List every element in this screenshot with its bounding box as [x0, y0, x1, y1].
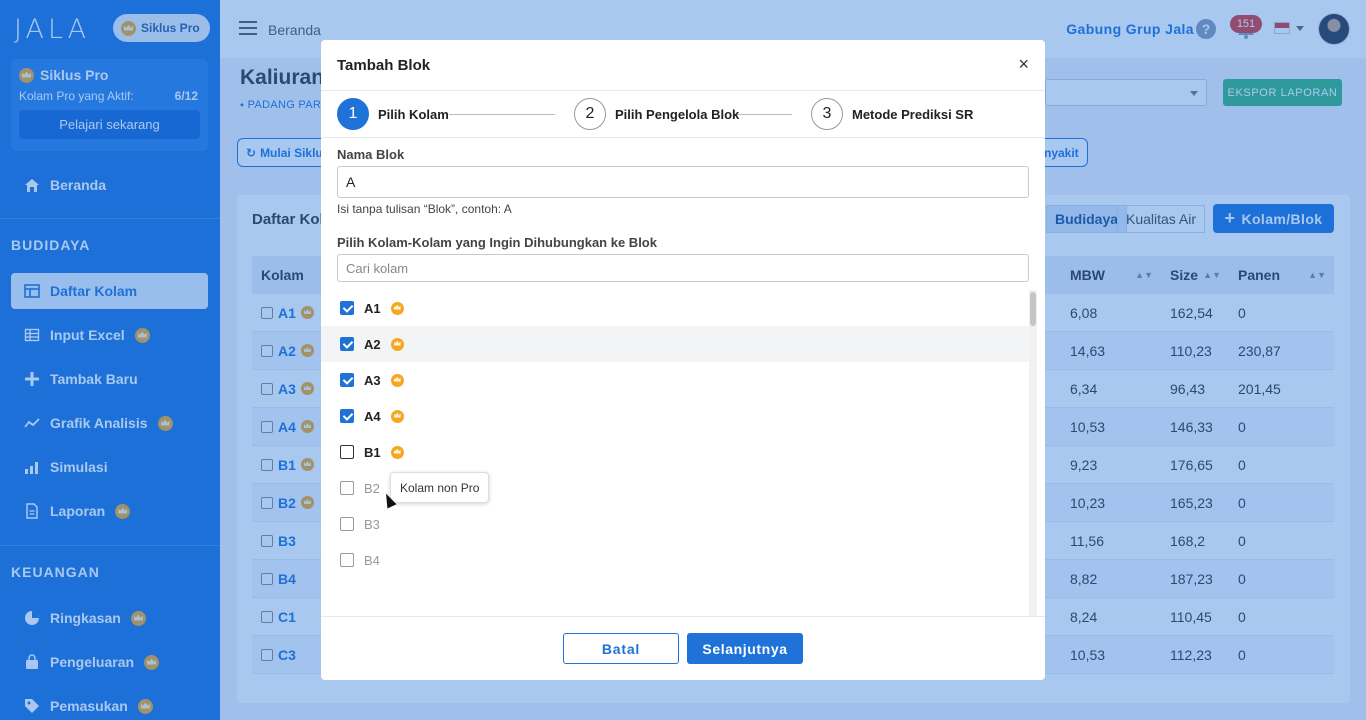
- step-number: 2: [574, 98, 606, 130]
- pond-checkbox-list: A1 A2 A3 A4 B1 B2 B3 B4: [321, 290, 1029, 616]
- pond-checkbox[interactable]: [340, 373, 354, 387]
- scrollbar[interactable]: [1029, 290, 1037, 616]
- step-label: Pilih Kolam: [378, 106, 449, 122]
- crown-icon: [390, 409, 404, 423]
- step-connector: [449, 114, 555, 115]
- block-name-helper: Isi tanpa tulisan “Blok”, contoh: A: [337, 202, 512, 216]
- pond-checkbox[interactable]: [340, 301, 354, 315]
- tooltip: Kolam non Pro: [390, 472, 490, 503]
- modal-divider: [321, 137, 1045, 138]
- pond-checkbox[interactable]: [340, 553, 354, 567]
- block-name-input[interactable]: [337, 166, 1029, 198]
- modal-divider: [321, 616, 1045, 617]
- pond-checkbox[interactable]: [340, 517, 354, 531]
- modal-divider: [321, 90, 1045, 91]
- pond-option[interactable]: B4: [321, 542, 1029, 578]
- pond-option[interactable]: A4: [321, 398, 1029, 434]
- step-1: 1 Pilih Kolam: [337, 98, 449, 130]
- pond-option[interactable]: A2: [321, 326, 1029, 362]
- step-label: Pilih Pengelola Blok: [615, 106, 740, 122]
- step-number: 3: [811, 98, 843, 130]
- pond-option-label: A1: [364, 300, 381, 316]
- step-number: 1: [337, 98, 369, 130]
- step-2: 2 Pilih Pengelola Blok: [574, 98, 739, 130]
- pond-option-label: B4: [364, 552, 380, 568]
- close-icon[interactable]: ×: [1018, 55, 1029, 73]
- search-pond-input[interactable]: [337, 254, 1029, 282]
- pond-checkbox[interactable]: [340, 409, 354, 423]
- pond-checkbox[interactable]: [340, 481, 354, 495]
- add-block-modal: Tambah Blok × 1 Pilih Kolam 2 Pilih Peng…: [321, 40, 1045, 680]
- cancel-button[interactable]: Batal: [563, 633, 679, 664]
- scrollbar-thumb[interactable]: [1030, 292, 1036, 326]
- pond-option[interactable]: A3: [321, 362, 1029, 398]
- pond-option[interactable]: B1: [321, 434, 1029, 470]
- pond-checkbox[interactable]: [340, 445, 354, 459]
- next-button[interactable]: Selanjutnya: [687, 633, 803, 664]
- pond-option-label: B3: [364, 516, 380, 532]
- pond-option-label: B1: [364, 444, 381, 460]
- pond-option[interactable]: A1: [321, 290, 1029, 326]
- pond-option-label: A4: [364, 408, 381, 424]
- crown-icon: [390, 445, 404, 459]
- pond-option[interactable]: B3: [321, 506, 1029, 542]
- pond-option-label: A2: [364, 336, 381, 352]
- crown-icon: [390, 301, 404, 315]
- pond-option-label: B2: [364, 480, 380, 496]
- ponds-label: Pilih Kolam-Kolam yang Ingin Dihubungkan…: [337, 235, 657, 250]
- pond-checkbox[interactable]: [340, 337, 354, 351]
- crown-icon: [390, 373, 404, 387]
- step-label: Metode Prediksi SR: [852, 106, 974, 122]
- pond-option-label: A3: [364, 372, 381, 388]
- step-connector: [734, 114, 792, 115]
- step-3: 3 Metode Prediksi SR: [811, 98, 973, 130]
- crown-icon: [390, 337, 404, 351]
- modal-title: Tambah Blok: [337, 57, 431, 74]
- block-name-label: Nama Blok: [337, 147, 405, 162]
